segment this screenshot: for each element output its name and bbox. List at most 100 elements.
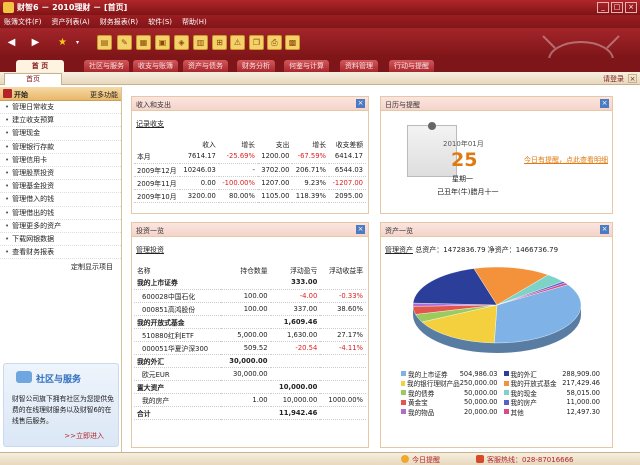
sidebar-item-funds[interactable]: 管理基金投资 xyxy=(0,180,121,194)
calendar-close-icon[interactable]: × xyxy=(600,99,609,108)
tab-analysis[interactable]: 财务分析 xyxy=(237,60,275,72)
income-header: 支出 xyxy=(275,140,290,149)
shield-icon[interactable]: ◈ xyxy=(174,35,189,50)
investment-header: 名称 xyxy=(137,266,151,275)
favorite-star-icon[interactable]: ★ xyxy=(55,35,70,50)
community-enter-link[interactable]: >>立即进入 xyxy=(64,431,104,441)
investment-cell-pl: 1,609.46 xyxy=(270,315,321,329)
legend-swatch xyxy=(401,409,406,415)
hotline-text: 客服热线：028-87016666 xyxy=(487,456,574,464)
calculator-icon[interactable]: ▩ xyxy=(285,35,300,50)
back-arrow-icon[interactable]: ◀ xyxy=(4,35,19,50)
more-features-link[interactable]: 更多功能 xyxy=(90,90,118,100)
bell-icon xyxy=(401,455,409,463)
asset-legend: 我的上市证券 504,986.03 我的外汇 288,909.00 我的银行理财产品 25… xyxy=(401,369,606,417)
sidebar-item-stocks[interactable]: 管理股票投资 xyxy=(0,167,121,181)
sidebar-item-reports[interactable]: 查看财务报表 xyxy=(0,246,121,260)
record-icon[interactable]: ✎ xyxy=(117,35,132,50)
calendar-panel-title: 日历与提醒 xyxy=(385,101,420,109)
print-icon[interactable]: ⎙ xyxy=(267,35,282,50)
sidebar-item-borrowed[interactable]: 管理借入的钱 xyxy=(0,193,121,207)
tab-home[interactable]: 首 页 xyxy=(16,60,64,72)
sidebar-item-download[interactable]: 下载网银数据 xyxy=(0,233,121,247)
income-cell: -1207.00 xyxy=(329,176,366,190)
minimize-button[interactable]: _ xyxy=(597,2,609,13)
legend-swatch xyxy=(503,371,509,377)
tab-reminders[interactable]: 行动与提醒 xyxy=(389,60,434,72)
investment-cell-rate: -0.33% xyxy=(320,289,366,303)
investment-cell-name: 我的开放式基金 xyxy=(134,315,221,329)
manage-assets-link[interactable]: 管理资产 xyxy=(385,246,413,254)
sidebar-item-deposit[interactable]: 管理银行存款 xyxy=(0,141,121,154)
customize-link[interactable]: 定制显示项目 xyxy=(0,262,121,272)
income-cell: 3702.00 xyxy=(257,163,293,177)
investment-cell-name: 我的房产 xyxy=(134,393,221,407)
tab-community[interactable]: 社区与服务 xyxy=(84,60,129,72)
manage-investment-link[interactable]: 管理投资 xyxy=(136,245,164,255)
investment-cell-qty xyxy=(220,315,271,329)
table-row: 我的房产 1.00 10,000.00 1000.00% xyxy=(134,393,366,407)
bank-icon[interactable]: ▦ xyxy=(136,35,151,50)
investment-cell-rate xyxy=(320,315,366,329)
investment-cell-name: 合计 xyxy=(134,406,221,420)
login-link[interactable]: 请登录 xyxy=(603,74,624,84)
today-reminder-link[interactable]: 今日提醒 xyxy=(412,455,440,465)
investment-cell-name: 600028中国石化 xyxy=(134,289,221,303)
legend-label: 黄金宝 xyxy=(408,399,428,408)
sidebar-item-credit[interactable]: 管理信用卡 xyxy=(0,154,121,167)
investment-cell-pl: 11,942.46 xyxy=(270,406,321,420)
investment-cell-rate xyxy=(320,276,366,290)
menu-assets[interactable]: 资产列表(A) xyxy=(52,17,90,27)
tab-calculation[interactable]: 何鉴与计算 xyxy=(284,60,329,72)
app-icon xyxy=(3,2,14,13)
lock-icon[interactable]: ⊞ xyxy=(212,35,227,50)
forward-arrow-icon[interactable]: ▶ xyxy=(28,35,43,50)
subtab-close-button[interactable]: × xyxy=(628,74,637,83)
income-cell: -25.69% xyxy=(218,150,258,164)
investment-cell-name: 置大资产 xyxy=(134,380,221,394)
legend-value: 217,429.46 xyxy=(562,379,600,388)
income-cell: 1105.00 xyxy=(257,189,293,203)
report-icon[interactable]: ▣ xyxy=(155,35,170,50)
investment-cell-rate xyxy=(320,354,366,368)
legend-item: 我的开放式基金 217,429.46 xyxy=(503,379,607,388)
assets-close-icon[interactable]: × xyxy=(600,225,609,234)
tab-ledger[interactable]: 收支与账簿 xyxy=(133,60,178,72)
sidebar-item-daily[interactable]: 管理日常收支 xyxy=(0,101,121,115)
sidebar-item-more-assets[interactable]: 管理更多的资产 xyxy=(0,220,121,233)
tab-data[interactable]: 资料管理 xyxy=(340,60,378,72)
menu-help[interactable]: 帮助(H) xyxy=(182,17,207,27)
close-button[interactable]: × xyxy=(625,2,637,13)
menu-software[interactable]: 软件(S) xyxy=(148,17,172,27)
sidebar-item-lent[interactable]: 管理借出的钱 xyxy=(0,207,121,220)
assets-panel-header: 资产一览 × xyxy=(381,223,612,237)
legend-value: 50,000.00 xyxy=(463,388,498,397)
record-income-link[interactable]: 记录收支 xyxy=(136,119,164,129)
menu-file[interactable]: 账簿文件(F) xyxy=(4,17,42,27)
investment-cell-name: 000051华夏沪深300 xyxy=(134,341,221,355)
menu-reports[interactable]: 财务报表(R) xyxy=(100,17,138,27)
investment-header: 持仓数量 xyxy=(240,266,268,275)
income-cell: 0.00 xyxy=(180,176,219,190)
income-panel-title: 收入和支出 xyxy=(136,101,171,109)
legend-item: 我的债券 50,000.00 xyxy=(401,388,504,398)
subtab-home[interactable]: 首页 xyxy=(4,73,62,85)
sidebar-item-budget[interactable]: 建立收支预算 xyxy=(0,114,121,128)
assets-panel: 资产一览 × 管理资产 总资产：1472836.79 净资产：1466736.7… xyxy=(380,222,613,448)
assets-summary: 总资产：1472836.79 净资产：1466736.79 xyxy=(415,246,559,254)
income-close-icon[interactable]: × xyxy=(356,99,365,108)
sidebar-item-cash[interactable]: 管理现金 xyxy=(0,127,121,141)
investment-cell-name: 000851高鸿股份 xyxy=(134,302,221,316)
investment-cell-qty: 509.52 xyxy=(220,341,271,355)
star-dropdown-icon[interactable]: ▾ xyxy=(70,35,85,50)
legend-label: 我的物品 xyxy=(408,408,435,417)
copy-icon[interactable]: ❐ xyxy=(249,35,264,50)
calendar-icon[interactable]: ▥ xyxy=(193,35,208,50)
investment-close-icon[interactable]: × xyxy=(356,225,365,234)
maximize-button[interactable]: □ xyxy=(611,2,623,13)
reminder-link[interactable]: 今日有提醒，点此查看明细 xyxy=(524,155,608,165)
ledger-icon[interactable]: ▤ xyxy=(97,35,112,50)
warning-icon[interactable]: ⚠ xyxy=(230,35,245,50)
tab-assets[interactable]: 资产与债务 xyxy=(183,60,228,72)
investment-cell-qty: 30,000.00 xyxy=(220,354,271,368)
